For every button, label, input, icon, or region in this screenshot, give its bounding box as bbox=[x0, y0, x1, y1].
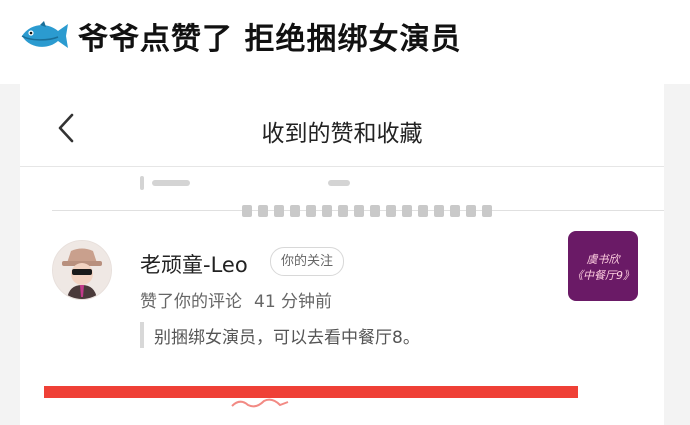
follow-badge: 你的关注 bbox=[270, 247, 345, 276]
app-screen: 收到的赞和收藏 老顽童-Leo 你的关注 赞了你的评论 41 分钟前 别捆绑女演… bbox=[20, 84, 664, 425]
thumbnail-line-1: 虞书欣 bbox=[586, 253, 620, 266]
timestamp: 41 分钟前 bbox=[254, 292, 333, 312]
user-name[interactable]: 老顽童-Leo bbox=[140, 249, 248, 279]
quote-bar bbox=[140, 322, 144, 348]
screenshot-frame: 收到的赞和收藏 老顽童-Leo 你的关注 赞了你的评论 41 分钟前 别捆绑女演… bbox=[0, 84, 690, 425]
scribble-mark bbox=[231, 398, 289, 408]
nav-bar: 收到的赞和收藏 bbox=[20, 84, 664, 166]
faded-previous-item bbox=[140, 172, 358, 191]
thumbnail-line-2: 《中餐厅9》 bbox=[572, 269, 634, 282]
page-title: 收到的赞和收藏 bbox=[261, 121, 423, 147]
avatar[interactable] bbox=[52, 240, 112, 300]
action-text: 赞了你的评论 bbox=[140, 292, 242, 312]
avatar-image bbox=[53, 241, 111, 299]
fish-icon bbox=[21, 21, 68, 48]
watermark bbox=[242, 205, 492, 217]
thumbnail[interactable]: 虞书欣 《中餐厅9》 bbox=[568, 231, 638, 301]
nav-divider bbox=[20, 166, 664, 167]
headline-text: 爷爷点赞了 拒绝捆绑女演员 bbox=[78, 22, 462, 57]
post-headline: 爷爷点赞了 拒绝捆绑女演员 bbox=[18, 12, 461, 60]
like-notification-item[interactable]: 老顽童-Leo 你的关注 赞了你的评论 41 分钟前 别捆绑女演员，可以去看中餐厅… bbox=[20, 229, 664, 379]
comment-text[interactable]: 别捆绑女演员，可以去看中餐厅8。 bbox=[154, 323, 420, 348]
action-line: 赞了你的评论 41 分钟前 bbox=[140, 287, 332, 312]
red-banner bbox=[44, 386, 578, 398]
